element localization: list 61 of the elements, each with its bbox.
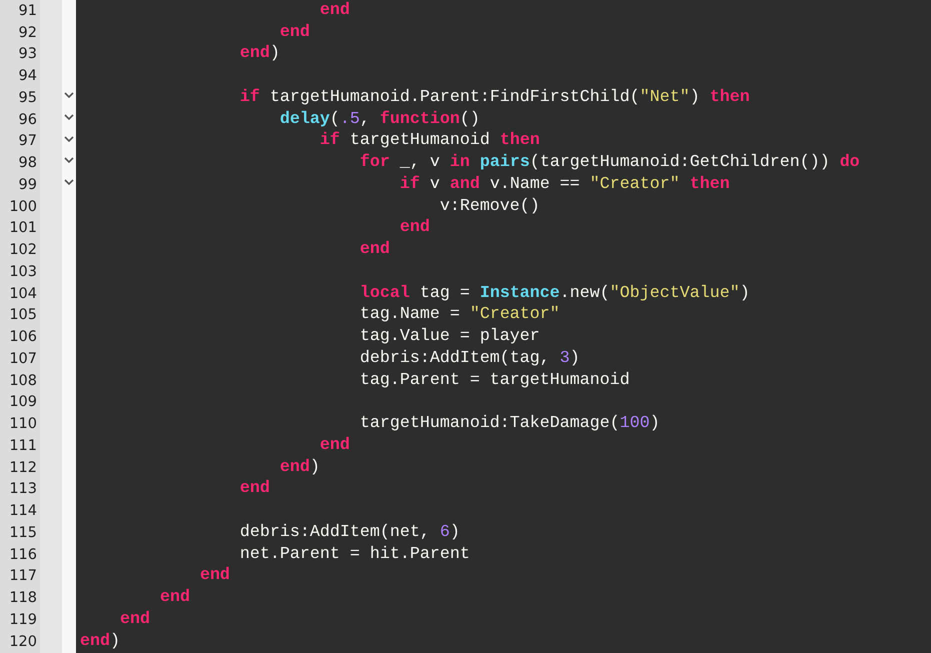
code-line: for _, v in pairs(targetHumanoid:GetChildren()) do xyxy=(358,153,860,174)
line-number: 103 xyxy=(9,262,37,282)
code-line: end) xyxy=(80,632,120,652)
chevron-down-icon[interactable] xyxy=(64,179,74,185)
line-number: 101 xyxy=(9,219,37,238)
code-line: end xyxy=(318,0,350,21)
line-number: 106 xyxy=(9,328,37,348)
code-line: end) xyxy=(238,44,280,64)
line-number: 113 xyxy=(9,480,37,500)
code-line: end xyxy=(158,588,190,608)
line-number: 91 xyxy=(18,2,37,21)
line-number: 119 xyxy=(9,610,37,630)
code-line: net.Parent = hit.Parent xyxy=(238,544,470,565)
code-line: if targetHumanoid.Parent:FindFirstChild("Net") then xyxy=(238,88,750,108)
line-number: 92 xyxy=(18,24,37,43)
code-line: end xyxy=(238,479,270,500)
line-number: 99 xyxy=(18,176,37,195)
line-number: 105 xyxy=(9,306,37,326)
chevron-down-icon[interactable] xyxy=(64,157,74,164)
line-number: 109 xyxy=(9,393,37,412)
code-line: end xyxy=(198,566,230,586)
code-line: if targetHumanoid then xyxy=(318,131,540,152)
line-number: 95 xyxy=(18,88,37,108)
chevron-down-icon[interactable] xyxy=(64,114,74,120)
line-number: 114 xyxy=(9,502,37,522)
line-number: 110 xyxy=(9,415,37,434)
line-number: 116 xyxy=(9,546,37,565)
code-line: local tag = Instance.new("ObjectValue") xyxy=(358,284,750,304)
line-number: 97 xyxy=(18,132,37,152)
code-line: end) xyxy=(278,458,320,478)
line-number: 118 xyxy=(9,589,37,608)
code-line: tag.Value = player xyxy=(358,327,540,348)
chevron-down-icon[interactable] xyxy=(64,92,74,98)
line-number: 98 xyxy=(18,154,37,174)
line-number: 94 xyxy=(18,67,37,86)
line-number: 100 xyxy=(9,198,37,217)
code-line: targetHumanoid:TakeDamage(100) xyxy=(358,414,660,434)
line-number: 112 xyxy=(9,458,37,478)
chevron-down-icon[interactable] xyxy=(64,136,74,142)
code-line: delay(.5, function() xyxy=(278,110,480,130)
line-number: 115 xyxy=(9,524,37,543)
code-line: tag.Name = "Creator" xyxy=(358,305,560,326)
line-number: 120 xyxy=(9,632,37,652)
line-number: 107 xyxy=(9,350,37,369)
code-line: v:Remove() xyxy=(438,196,540,217)
code-line: debris:AddItem(net, 6) xyxy=(238,522,460,543)
line-number: 93 xyxy=(18,45,37,64)
line-number: 117 xyxy=(9,567,37,586)
code-line: end xyxy=(358,240,390,260)
code-line: end xyxy=(398,218,430,238)
line-number: 108 xyxy=(9,372,37,391)
code-line: end xyxy=(278,22,310,43)
code-line: if v and v.Name == "Creator" then xyxy=(398,174,730,195)
line-number: 96 xyxy=(18,110,37,130)
code-line: debris:AddItem(tag, 3) xyxy=(358,348,580,369)
code-line: end xyxy=(118,610,150,630)
line-number: 104 xyxy=(9,284,37,304)
line-number: 111 xyxy=(9,436,37,456)
code-line: tag.Parent = targetHumanoid xyxy=(358,370,630,391)
line-number: 102 xyxy=(9,241,37,260)
code-line: end xyxy=(318,436,350,456)
